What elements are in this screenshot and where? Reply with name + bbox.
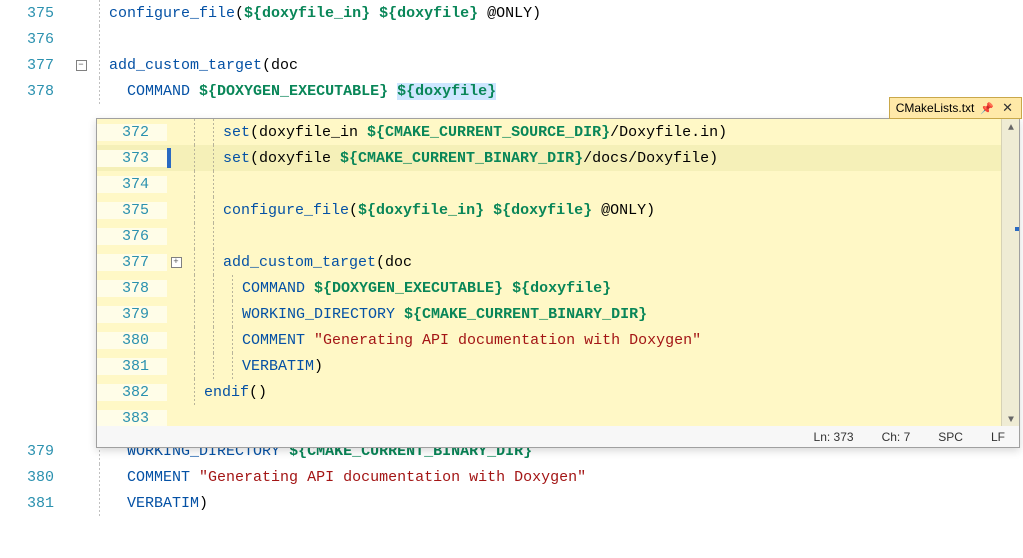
line-number: 378 bbox=[0, 83, 72, 100]
line-number: 379 bbox=[97, 306, 167, 323]
line-number: 379 bbox=[0, 443, 72, 460]
code-line[interactable]: 373 set(doxyfile ${CMAKE_CURRENT_BINARY_D… bbox=[97, 145, 1001, 171]
status-bar: Ln: 373 Ch: 7 SPC LF bbox=[96, 426, 1020, 448]
code-content: add_custom_target(doc bbox=[223, 254, 412, 271]
code-content: add_custom_target(doc bbox=[109, 57, 298, 74]
code-line[interactable]: 374 bbox=[97, 171, 1001, 197]
line-number: 382 bbox=[97, 384, 167, 401]
status-indent: SPC bbox=[938, 430, 963, 444]
line-number: 376 bbox=[0, 31, 72, 48]
editor-root: 375 configure_file(${doxyfile_in} ${doxyf… bbox=[0, 0, 1023, 558]
code-line[interactable]: 375 configure_file(${doxyfile_in} ${doxyf… bbox=[97, 197, 1001, 223]
line-number: 376 bbox=[97, 228, 167, 245]
scroll-up-icon[interactable]: ▲ bbox=[1002, 119, 1019, 137]
code-content: configure_file(${doxyfile_in} ${doxyfile… bbox=[109, 5, 541, 22]
code-line[interactable]: 376 bbox=[97, 223, 1001, 249]
line-number: 375 bbox=[97, 202, 167, 219]
peek-definition-window: CMakeLists.txt 📌 ✕ 372set(doxyfile_in ${… bbox=[96, 118, 1020, 448]
code-line[interactable]: 378 COMMAND ${DOXYGEN_EXECUTABLE} ${doxy… bbox=[0, 78, 1023, 104]
close-icon[interactable]: ✕ bbox=[1000, 100, 1015, 116]
peek-vertical-scrollbar[interactable]: ▲ ▼ bbox=[1001, 119, 1019, 429]
line-number: 377 bbox=[97, 254, 167, 271]
fold-toggle-icon[interactable]: + bbox=[171, 257, 182, 268]
code-line[interactable]: 375 configure_file(${doxyfile_in} ${doxyf… bbox=[0, 0, 1023, 26]
code-content: VERBATIM) bbox=[242, 358, 323, 375]
line-number: 374 bbox=[97, 176, 167, 193]
code-line[interactable]: 381 VERBATIM) bbox=[97, 353, 1001, 379]
code-line[interactable]: 382 endif() bbox=[97, 379, 1001, 405]
line-number: 381 bbox=[97, 358, 167, 375]
code-content: COMMAND ${DOXYGEN_EXECUTABLE} ${doxyfile… bbox=[109, 83, 496, 100]
peek-tab-title: CMakeLists.txt bbox=[896, 101, 975, 115]
code-line[interactable]: 378 COMMAND ${DOXYGEN_EXECUTABLE} ${doxyf… bbox=[97, 275, 1001, 301]
code-content: set(doxyfile ${CMAKE_CURRENT_BINARY_DIR}… bbox=[223, 150, 718, 167]
status-eol: LF bbox=[991, 430, 1005, 444]
code-line[interactable]: 380 COMMENT "Generating API documentation… bbox=[97, 327, 1001, 353]
code-content: WORKING_DIRECTORY ${CMAKE_CURRENT_BINARY… bbox=[242, 306, 647, 323]
line-number: 380 bbox=[0, 469, 72, 486]
peek-code-area[interactable]: 372 set(doxyfile_in ${CMAKE_CURRENT_SOURC… bbox=[97, 119, 1001, 429]
line-number: 380 bbox=[97, 332, 167, 349]
code-content: VERBATIM) bbox=[109, 495, 208, 512]
scroll-position-marker bbox=[1015, 227, 1019, 231]
line-number: 373 bbox=[97, 150, 167, 167]
code-content: COMMAND ${DOXYGEN_EXECUTABLE} ${doxyfile… bbox=[242, 280, 611, 297]
line-number: 372 bbox=[97, 124, 167, 141]
peek-tab[interactable]: CMakeLists.txt 📌 ✕ bbox=[889, 97, 1022, 119]
current-line-marker bbox=[167, 148, 171, 168]
code-line[interactable]: 372 set(doxyfile_in ${CMAKE_CURRENT_SOURC… bbox=[97, 119, 1001, 145]
code-line[interactable]: 380 COMMENT "Generating API documentatio… bbox=[0, 464, 1023, 490]
code-content: configure_file(${doxyfile_in} ${doxyfile… bbox=[223, 202, 655, 219]
line-number: 383 bbox=[97, 410, 167, 427]
status-line: Ln: 373 bbox=[814, 430, 854, 444]
line-number: 378 bbox=[97, 280, 167, 297]
code-line[interactable]: 377 + add_custom_target(doc bbox=[97, 249, 1001, 275]
line-number: 377 bbox=[0, 57, 72, 74]
code-content: endif() bbox=[204, 384, 267, 401]
line-number: 375 bbox=[0, 5, 72, 22]
code-content: set(doxyfile_in ${CMAKE_CURRENT_SOURCE_D… bbox=[223, 124, 727, 141]
status-column: Ch: 7 bbox=[882, 430, 911, 444]
fold-toggle-icon[interactable]: − bbox=[76, 60, 87, 71]
code-line[interactable]: 379 WORKING_DIRECTORY ${CMAKE_CURRENT_BIN… bbox=[97, 301, 1001, 327]
code-line[interactable]: 376 bbox=[0, 26, 1023, 52]
line-number: 381 bbox=[0, 495, 72, 512]
code-content: COMMENT "Generating API documentation wi… bbox=[109, 469, 586, 486]
code-content: COMMENT "Generating API documentation wi… bbox=[242, 332, 701, 349]
pin-icon[interactable]: 📌 bbox=[980, 102, 994, 115]
code-line[interactable]: 381 VERBATIM) bbox=[0, 490, 1023, 516]
code-line[interactable]: 377− add_custom_target(doc bbox=[0, 52, 1023, 78]
